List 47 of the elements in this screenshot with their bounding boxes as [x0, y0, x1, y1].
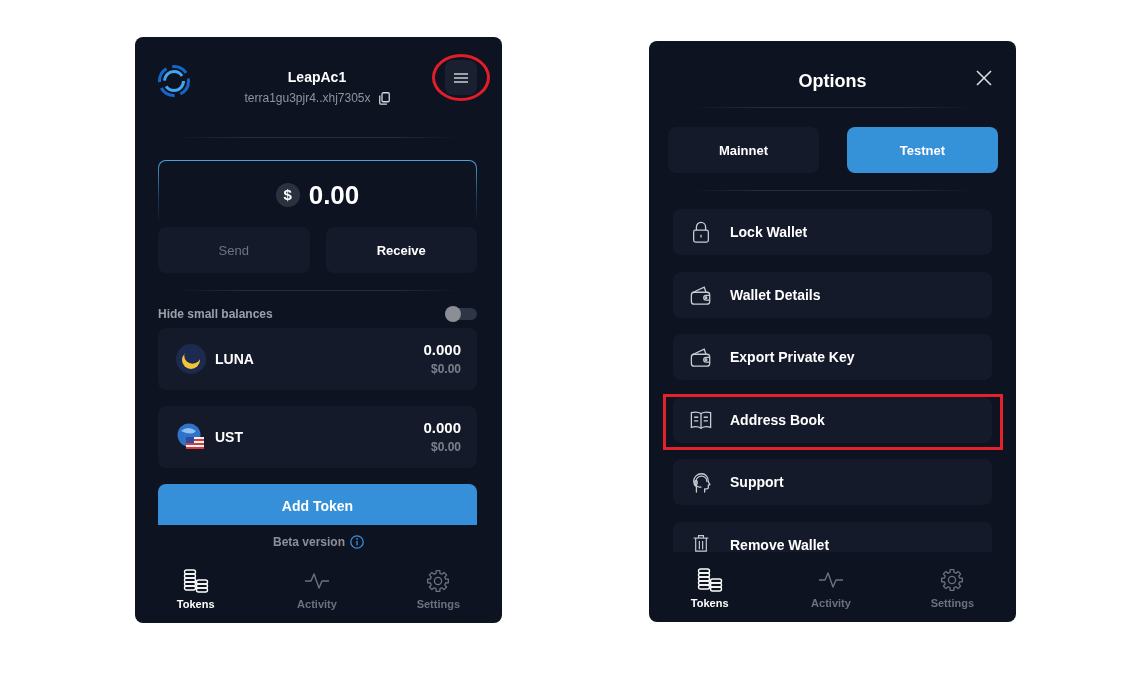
- settings-icon: [939, 568, 966, 592]
- lock-icon: [690, 221, 712, 243]
- toggle-switch[interactable]: [445, 306, 477, 322]
- hide-balances-label: Hide small balances: [158, 306, 273, 322]
- token-card[interactable]: LUNA 0.000 $0.00: [158, 328, 477, 390]
- nav-tab[interactable]: Settings: [930, 568, 975, 610]
- balance-amount: 0.00: [308, 179, 360, 210]
- nav-tab[interactable]: Tokens: [176, 569, 215, 611]
- token-amount: 0.000: [423, 341, 461, 359]
- nav-tab[interactable]: Settings: [416, 569, 461, 611]
- menu-item[interactable]: Address Book: [673, 396, 992, 443]
- menu-icon: [454, 72, 468, 83]
- menu-item[interactable]: Export Private Key: [673, 334, 992, 380]
- menu-button[interactable]: [445, 60, 477, 95]
- ring-logo-icon: [157, 64, 191, 98]
- crescent-coin-icon: [176, 344, 206, 374]
- network-tab[interactable]: Mainnet: [668, 127, 819, 173]
- action-button[interactable]: Receive: [325, 227, 477, 273]
- token-value: $0.00: [430, 439, 461, 455]
- account-name: LeapAc1: [287, 68, 347, 86]
- info-icon[interactable]: [350, 535, 364, 549]
- open-book-icon: [690, 408, 712, 431]
- beta-version-label: Beta version: [273, 534, 345, 550]
- coin-stack-icon: [696, 568, 723, 592]
- wallet-icon: [690, 346, 712, 368]
- currency-symbol: $: [275, 182, 300, 207]
- copy-icon[interactable]: [378, 91, 390, 105]
- wallet-icon: [690, 283, 712, 306]
- menu-item[interactable]: Wallet Details: [673, 271, 992, 318]
- nav-tab[interactable]: Tokens: [690, 568, 729, 610]
- globe-flag-icon: [176, 422, 206, 452]
- close-icon[interactable]: [976, 70, 992, 86]
- token-amount: 0.000: [423, 419, 461, 437]
- token-symbol: UST: [215, 429, 243, 445]
- token-value: $0.00: [430, 361, 461, 377]
- menu-item[interactable]: Remove Wallet: [673, 521, 992, 552]
- menu-item[interactable]: Lock Wallet: [673, 209, 992, 255]
- nav-tab[interactable]: Activity: [811, 568, 851, 610]
- options-title: Options: [798, 70, 867, 93]
- wallet-address: terra1gu3pjr4..xhj7305x: [244, 90, 371, 106]
- nav-tab[interactable]: Activity: [297, 569, 337, 611]
- token-symbol: LUNA: [215, 351, 254, 367]
- menu-item[interactable]: Support: [673, 459, 992, 505]
- settings-icon: [425, 569, 452, 593]
- token-card[interactable]: UST 0.000 $0.00: [158, 406, 477, 468]
- headset-icon: [690, 471, 712, 493]
- coin-stack-icon: [182, 569, 209, 593]
